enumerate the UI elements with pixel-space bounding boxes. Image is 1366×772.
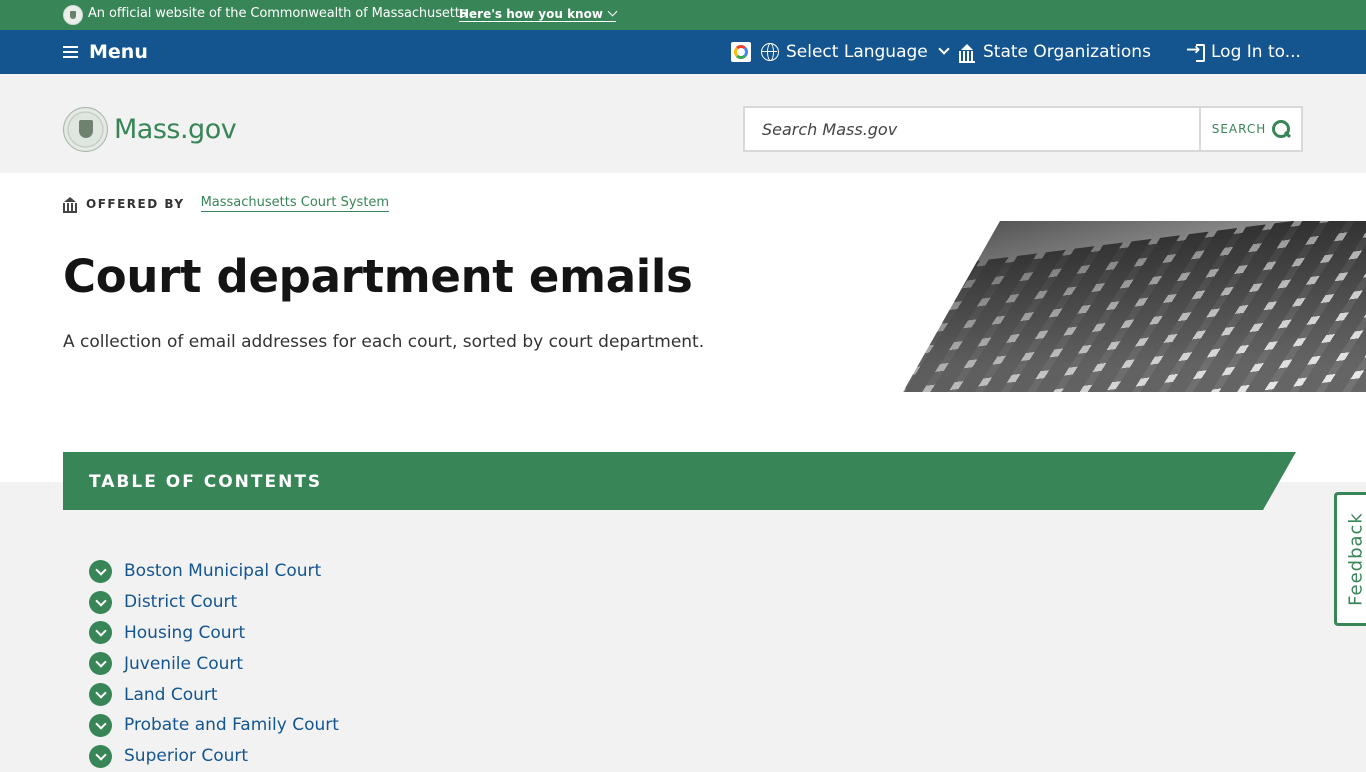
toc-item: Probate and Family Court: [89, 710, 339, 741]
state-organizations-button[interactable]: State Organizations: [959, 42, 1151, 63]
keyboard-hero-image: [903, 221, 1366, 392]
toc-item: District Court: [89, 587, 339, 618]
offered-by-org-link[interactable]: Massachusetts Court System: [200, 195, 390, 212]
toc-item: Boston Municipal Court: [89, 556, 339, 587]
site-header: Mass.gov SEARCH: [0, 74, 1366, 173]
toc-list: Boston Municipal Court District Court Ho…: [89, 556, 339, 772]
globe-icon: [761, 43, 779, 61]
toc-heading: TABLE OF CONTENTS: [63, 452, 1296, 510]
state-organizations-label: State Organizations: [983, 42, 1151, 62]
chevron-down-circle-icon: [89, 683, 112, 707]
chevron-down-circle-icon: [89, 713, 112, 737]
search-button-label: SEARCH: [1211, 122, 1267, 136]
toc-link-district-court[interactable]: District Court: [124, 592, 237, 612]
menu-label: Menu: [89, 41, 148, 63]
hamburger-icon: [63, 46, 78, 58]
select-language-label: Select Language: [786, 42, 928, 62]
search-input[interactable]: [745, 108, 1199, 150]
select-language-button[interactable]: Select Language: [761, 42, 950, 62]
heres-how-you-know-label: Here's how you know: [459, 7, 603, 21]
page-lede: A collection of email addresses for each…: [63, 332, 705, 352]
toc-link-boston-municipal-court[interactable]: Boston Municipal Court: [124, 561, 321, 581]
toc-item: Land Court: [89, 679, 339, 710]
google-translate-icon: [731, 42, 751, 62]
toc-link-land-court[interactable]: Land Court: [124, 685, 218, 705]
mass-gov-logo[interactable]: Mass.gov: [63, 107, 237, 152]
search-button[interactable]: SEARCH: [1199, 108, 1301, 150]
official-banner: An official website of the Commonwealth …: [0, 0, 1366, 30]
toc-link-juvenile-court[interactable]: Juvenile Court: [124, 654, 243, 674]
logo-wordmark: Mass.gov: [114, 114, 237, 145]
state-seal-icon: [63, 107, 108, 152]
feedback-label: Feedback: [1345, 512, 1366, 606]
toc-link-housing-court[interactable]: Housing Court: [124, 623, 245, 643]
login-button[interactable]: Log In to...: [1186, 40, 1301, 62]
heres-how-you-know-link[interactable]: Here's how you know: [459, 6, 618, 22]
sign-in-icon: [1186, 40, 1205, 62]
page-banner: OFFERED BY Massachusetts Court System Co…: [0, 173, 1366, 482]
toc-item: Juvenile Court: [89, 648, 339, 679]
utility-nav: Menu Select Language State Organizations…: [0, 30, 1366, 74]
search-form: SEARCH: [743, 106, 1303, 152]
chevron-down-icon: [607, 6, 618, 17]
chevron-down-circle-icon: [89, 652, 112, 676]
login-label: Log In to...: [1211, 42, 1301, 62]
toc-heading-label: TABLE OF CONTENTS: [89, 472, 323, 492]
chevron-down-circle-icon: [89, 590, 112, 614]
chevron-down-circle-icon: [89, 744, 112, 768]
offered-by-label: OFFERED BY: [86, 196, 185, 211]
official-text: An official website of the Commonwealth …: [88, 6, 467, 21]
toc-link-superior-court[interactable]: Superior Court: [124, 746, 248, 766]
search-icon: [1272, 120, 1291, 138]
chevron-down-icon: [938, 43, 950, 55]
building-icon: [959, 43, 975, 63]
menu-button[interactable]: Menu: [63, 40, 148, 64]
chevron-down-circle-icon: [89, 559, 112, 583]
feedback-tab[interactable]: Feedback: [1334, 492, 1366, 626]
offered-by: OFFERED BY Massachusetts Court System: [63, 195, 390, 213]
toc-link-probate-family-court[interactable]: Probate and Family Court: [124, 715, 339, 735]
toc-item: Superior Court: [89, 741, 339, 772]
toc-item: Housing Court: [89, 618, 339, 649]
building-icon: [63, 196, 77, 213]
chevron-down-circle-icon: [89, 621, 112, 645]
page-title: Court department emails: [63, 250, 693, 303]
state-seal-icon: [63, 5, 83, 25]
